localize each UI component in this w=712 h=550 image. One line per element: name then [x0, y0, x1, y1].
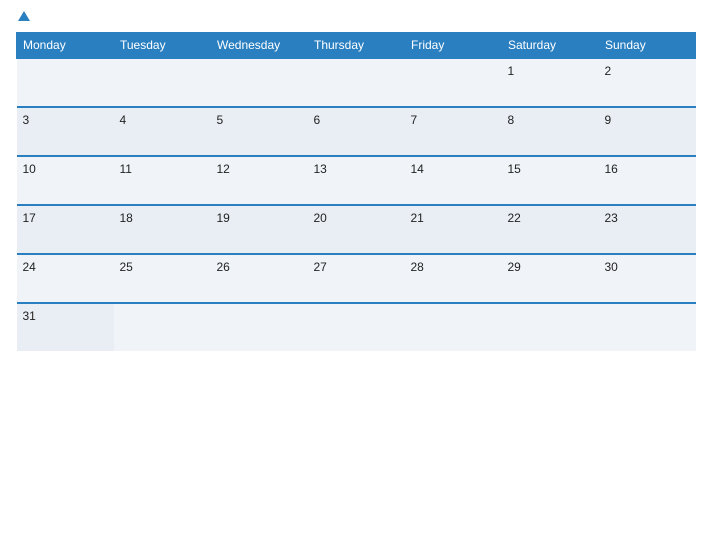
weekday-wednesday: Wednesday [211, 33, 308, 59]
calendar-day-cell [114, 303, 211, 351]
weekday-tuesday: Tuesday [114, 33, 211, 59]
day-number: 22 [508, 211, 521, 225]
day-number: 10 [23, 162, 36, 176]
calendar-day-cell: 10 [17, 156, 114, 205]
calendar-week-row: 3 4 5 6 7 8 9 [17, 107, 696, 156]
calendar-day-cell [405, 303, 502, 351]
day-number: 3 [23, 113, 30, 127]
calendar-day-cell: 16 [599, 156, 696, 205]
calendar-day-cell: 9 [599, 107, 696, 156]
logo-top-row [16, 10, 30, 26]
calendar-day-cell: 21 [405, 205, 502, 254]
calendar-day-cell [308, 303, 405, 351]
day-number: 27 [314, 260, 327, 274]
day-number: 25 [120, 260, 133, 274]
header [16, 10, 696, 26]
day-number: 17 [23, 211, 36, 225]
calendar-day-cell [211, 303, 308, 351]
day-number: 21 [411, 211, 424, 225]
day-number: 13 [314, 162, 327, 176]
day-number: 24 [23, 260, 36, 274]
weekday-saturday: Saturday [502, 33, 599, 59]
calendar-week-row: 24 25 26 27 28 29 30 [17, 254, 696, 303]
day-number: 5 [217, 113, 224, 127]
day-number: 26 [217, 260, 230, 274]
day-number: 2 [605, 64, 612, 78]
calendar-day-cell: 26 [211, 254, 308, 303]
calendar-day-cell: 1 [502, 58, 599, 107]
weekday-friday: Friday [405, 33, 502, 59]
day-number: 15 [508, 162, 521, 176]
calendar-day-cell: 30 [599, 254, 696, 303]
calendar-day-cell: 28 [405, 254, 502, 303]
weekday-thursday: Thursday [308, 33, 405, 59]
day-number: 29 [508, 260, 521, 274]
day-number: 18 [120, 211, 133, 225]
calendar-table: Monday Tuesday Wednesday Thursday Friday… [16, 32, 696, 351]
calendar-day-cell [211, 58, 308, 107]
day-number: 8 [508, 113, 515, 127]
day-number: 4 [120, 113, 127, 127]
calendar-day-cell: 3 [17, 107, 114, 156]
day-number: 12 [217, 162, 230, 176]
weekday-header-row: Monday Tuesday Wednesday Thursday Friday… [17, 33, 696, 59]
logo [16, 10, 30, 26]
calendar-day-cell: 17 [17, 205, 114, 254]
calendar-day-cell: 22 [502, 205, 599, 254]
calendar-day-cell: 4 [114, 107, 211, 156]
calendar-day-cell: 14 [405, 156, 502, 205]
calendar-day-cell: 24 [17, 254, 114, 303]
calendar-day-cell: 19 [211, 205, 308, 254]
calendar-day-cell: 27 [308, 254, 405, 303]
weekday-monday: Monday [17, 33, 114, 59]
day-number: 31 [23, 309, 36, 323]
calendar-week-row: 31 [17, 303, 696, 351]
day-number: 14 [411, 162, 424, 176]
calendar-day-cell: 7 [405, 107, 502, 156]
calendar-day-cell: 23 [599, 205, 696, 254]
calendar-day-cell: 20 [308, 205, 405, 254]
calendar-day-cell: 2 [599, 58, 696, 107]
calendar-day-cell [599, 303, 696, 351]
day-number: 11 [120, 162, 132, 176]
day-number: 30 [605, 260, 618, 274]
calendar-day-cell: 5 [211, 107, 308, 156]
calendar-day-cell: 8 [502, 107, 599, 156]
page: Monday Tuesday Wednesday Thursday Friday… [0, 0, 712, 550]
calendar-week-row: 12 [17, 58, 696, 107]
day-number: 9 [605, 113, 612, 127]
calendar-day-cell: 31 [17, 303, 114, 351]
day-number: 23 [605, 211, 618, 225]
calendar-day-cell [114, 58, 211, 107]
day-number: 20 [314, 211, 327, 225]
calendar-day-cell: 15 [502, 156, 599, 205]
calendar-week-row: 10 11 12 13 14 15 16 [17, 156, 696, 205]
day-number: 6 [314, 113, 321, 127]
calendar-day-cell: 25 [114, 254, 211, 303]
weekday-sunday: Sunday [599, 33, 696, 59]
calendar-day-cell: 6 [308, 107, 405, 156]
calendar-day-cell: 29 [502, 254, 599, 303]
calendar-day-cell: 18 [114, 205, 211, 254]
day-number: 28 [411, 260, 424, 274]
calendar-day-cell [308, 58, 405, 107]
calendar-week-row: 17 18 19 20 21 22 23 [17, 205, 696, 254]
day-number: 16 [605, 162, 618, 176]
calendar-day-cell: 13 [308, 156, 405, 205]
day-number: 19 [217, 211, 230, 225]
calendar-day-cell [405, 58, 502, 107]
calendar-day-cell [17, 58, 114, 107]
day-number: 1 [508, 64, 515, 78]
day-number: 7 [411, 113, 418, 127]
logo-triangle-icon [18, 11, 30, 21]
calendar-day-cell: 11 [114, 156, 211, 205]
calendar-day-cell: 12 [211, 156, 308, 205]
calendar-day-cell [502, 303, 599, 351]
